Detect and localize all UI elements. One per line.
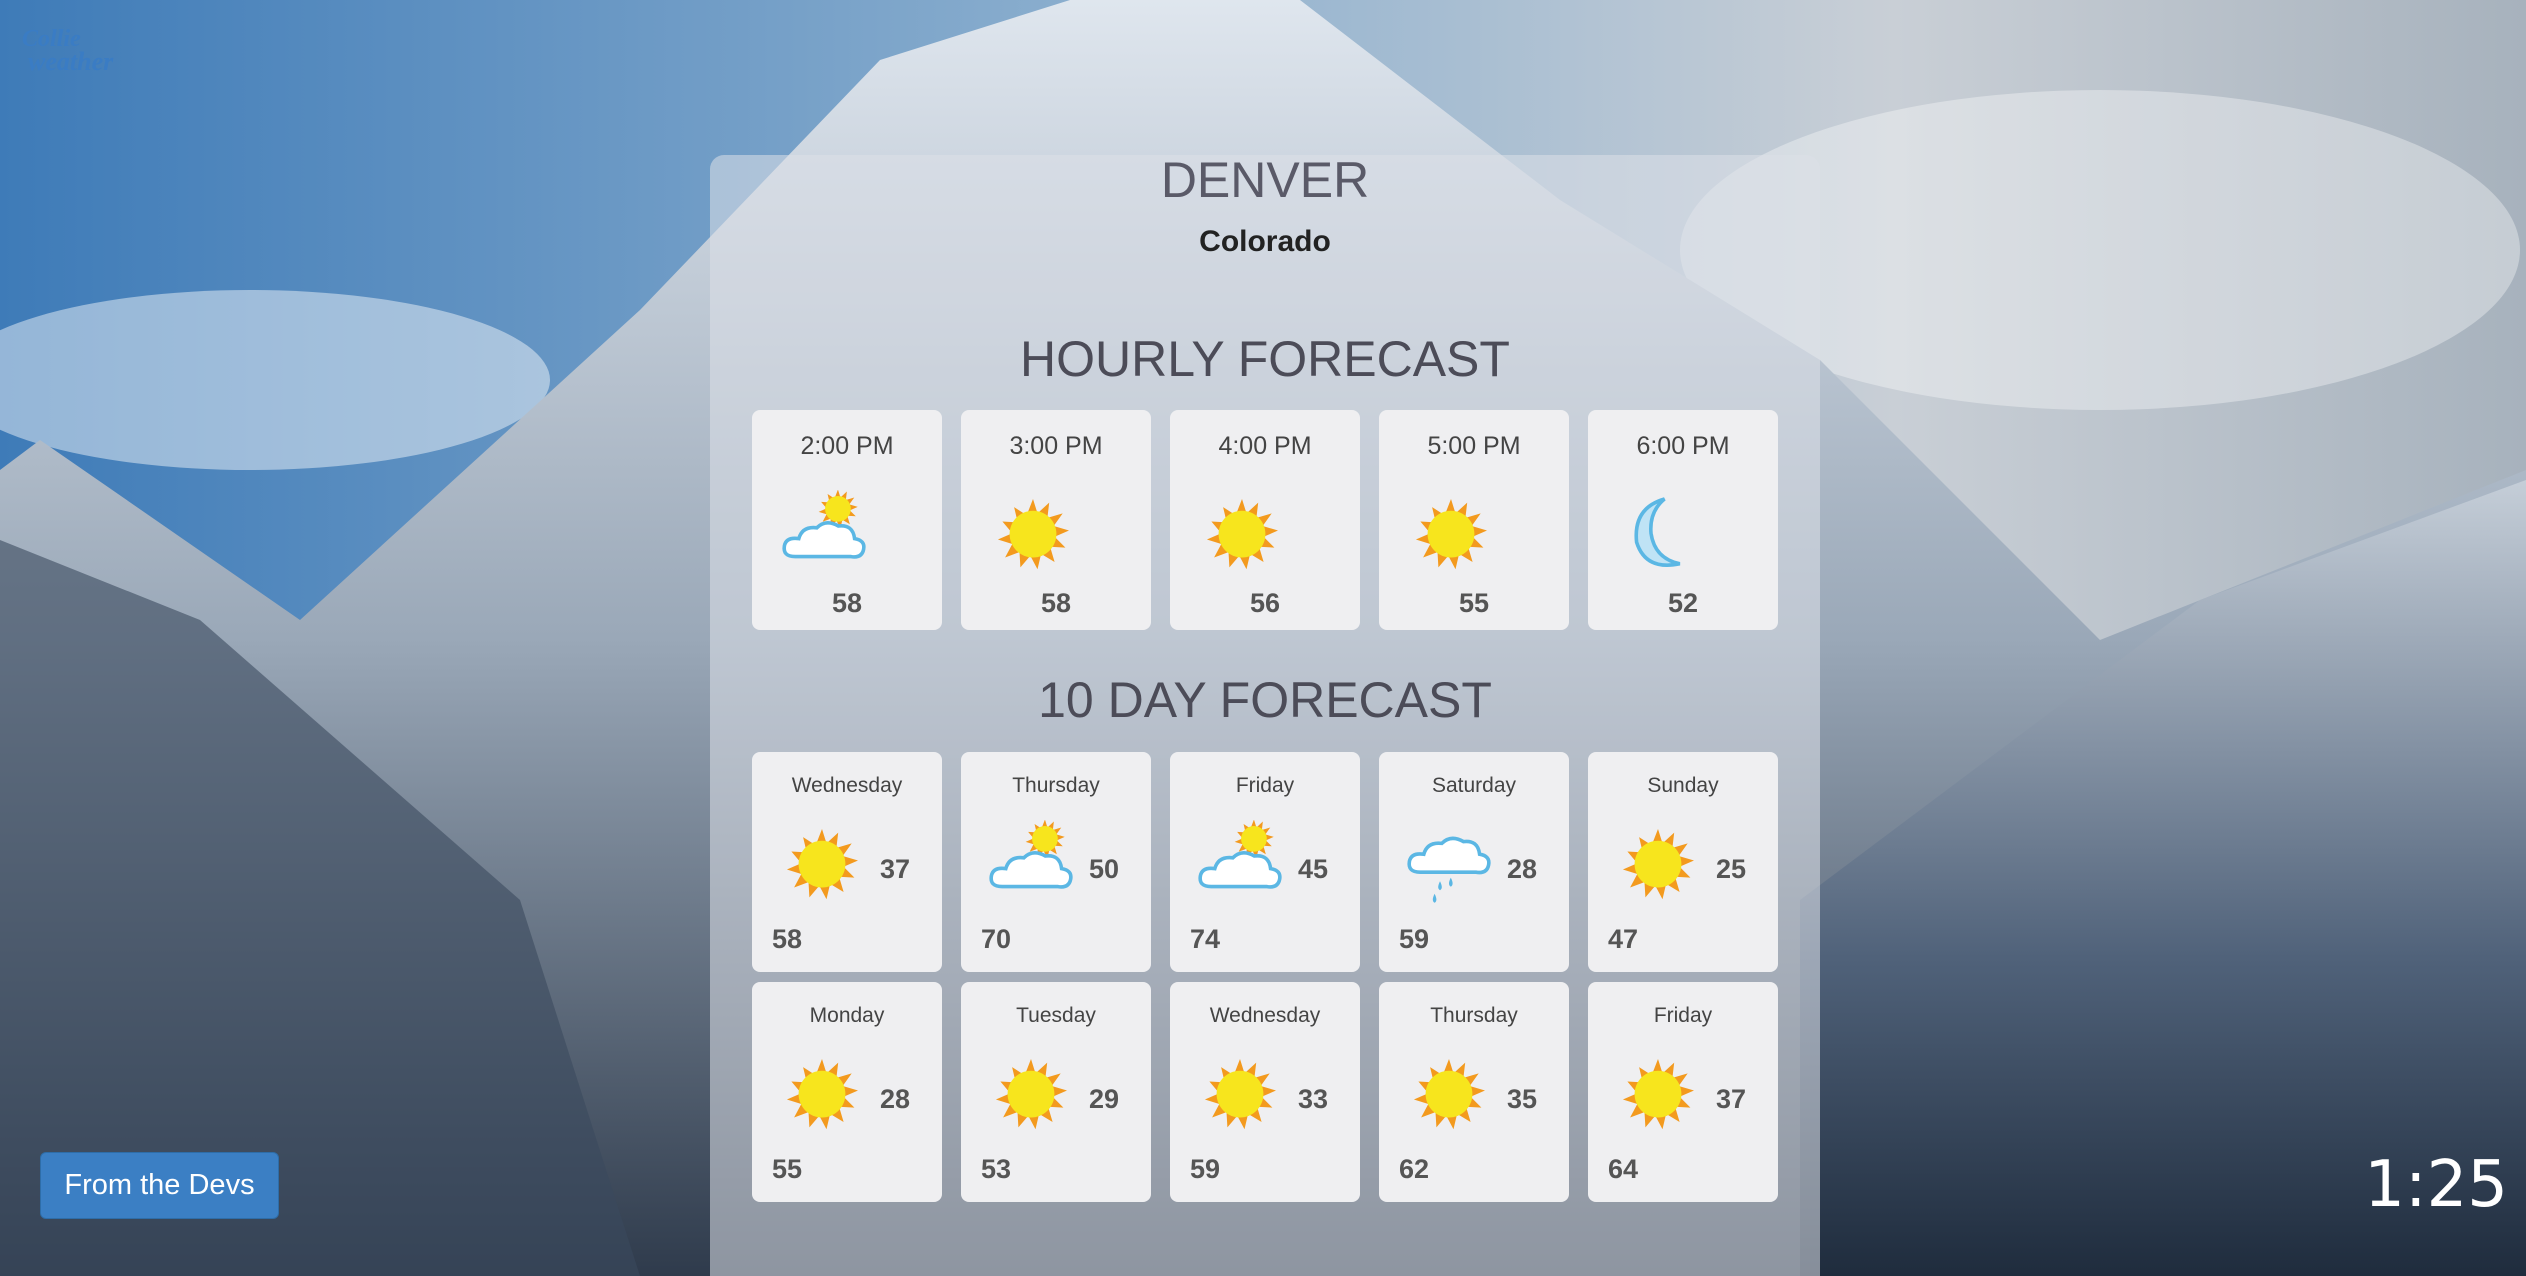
moon-icon: [1610, 490, 1710, 580]
region-name: Colorado: [1199, 225, 1331, 258]
high-temp: 33: [1298, 1084, 1329, 1114]
sun-icon: [1608, 820, 1708, 910]
hourly-time: 6:00 PM: [1636, 432, 1730, 460]
partly-cloudy-icon: [1190, 820, 1290, 910]
sun-icon: [983, 490, 1083, 580]
daily-card: Saturday 28 59: [1379, 752, 1569, 972]
day-name: Friday: [1653, 1004, 1713, 1027]
day-name: Friday: [1235, 774, 1295, 797]
sun-icon: [1399, 1050, 1499, 1140]
high-temp: 35: [1507, 1084, 1538, 1114]
day-name: Thursday: [1012, 774, 1100, 797]
daily-card: Wednesday 33 59: [1170, 982, 1360, 1202]
day-name: Wednesday: [791, 774, 903, 797]
low-temp: 62: [1399, 1154, 1430, 1184]
hourly-card: 3:00 PM 58: [961, 410, 1151, 630]
day-name: Tuesday: [1016, 1004, 1096, 1027]
daily-card: Thursday 50 70: [961, 752, 1151, 972]
hourly-temp: 58: [1040, 588, 1072, 618]
day-name: Sunday: [1647, 774, 1719, 797]
daily-card: Sunday 25 47: [1588, 752, 1778, 972]
hourly-card: 2:00 PM 58: [752, 410, 942, 630]
low-temp: 55: [772, 1154, 803, 1184]
sun-icon: [981, 1050, 1081, 1140]
low-temp: 59: [1399, 924, 1430, 954]
low-temp: 58: [772, 924, 803, 954]
hourly-temp: 58: [831, 588, 863, 618]
partly-cloudy-icon: [981, 820, 1081, 910]
day-name: Saturday: [1431, 774, 1517, 797]
high-temp: 25: [1716, 854, 1747, 884]
high-temp: 50: [1089, 854, 1120, 884]
sun-icon: [1192, 490, 1292, 580]
partly-cloudy-icon: [774, 490, 874, 580]
high-temp: 37: [1716, 1084, 1747, 1114]
high-temp: 29: [1089, 1084, 1120, 1114]
daily-card: Wednesday 37 58: [752, 752, 942, 972]
from-the-devs-button[interactable]: From the Devs: [40, 1152, 279, 1219]
hourly-card: 6:00 PM 52: [1588, 410, 1778, 630]
low-temp: 74: [1190, 924, 1221, 954]
sun-icon: [772, 1050, 872, 1140]
low-temp: 47: [1608, 924, 1639, 954]
clock: 1:25: [2364, 1148, 2508, 1222]
hourly-card: 5:00 PM 55: [1379, 410, 1569, 630]
hourly-time: 4:00 PM: [1218, 432, 1312, 460]
daily-card: Monday 28 55: [752, 982, 942, 1202]
rain-cloud-icon: [1399, 820, 1499, 910]
low-temp: 64: [1608, 1154, 1639, 1184]
hourly-forecast-title: HOURLY FORECAST: [1020, 331, 1510, 387]
hourly-temp: 55: [1458, 588, 1490, 618]
low-temp: 70: [981, 924, 1012, 954]
day-name: Wednesday: [1209, 1004, 1321, 1027]
high-temp: 45: [1298, 854, 1329, 884]
sun-icon: [1401, 490, 1501, 580]
daily-card: Thursday 35 62: [1379, 982, 1569, 1202]
hourly-time: 2:00 PM: [800, 432, 894, 460]
high-temp: 37: [880, 854, 911, 884]
hourly-time: 5:00 PM: [1427, 432, 1521, 460]
daily-card: Tuesday 29 53: [961, 982, 1151, 1202]
day-name: Thursday: [1430, 1004, 1518, 1027]
collie-weather-logo[interactable]: Collie weather: [18, 16, 128, 76]
high-temp: 28: [1507, 854, 1538, 884]
forecast-panel: DENVER Colorado HOURLY FORECAST 2:00 PM …: [710, 155, 1820, 1276]
hourly-temp: 52: [1667, 588, 1699, 618]
daily-card: Friday 45 74: [1170, 752, 1360, 972]
low-temp: 59: [1190, 1154, 1221, 1184]
daily-card: Friday 37 64: [1588, 982, 1778, 1202]
city-name: DENVER: [1160, 152, 1370, 208]
sun-icon: [1190, 1050, 1290, 1140]
hourly-time: 3:00 PM: [1009, 432, 1103, 460]
ten-day-forecast-title: 10 DAY FORECAST: [1038, 672, 1492, 728]
hourly-temp: 56: [1249, 588, 1281, 618]
sun-icon: [772, 820, 872, 910]
high-temp: 28: [880, 1084, 911, 1114]
low-temp: 53: [981, 1154, 1012, 1184]
day-name: Monday: [809, 1004, 885, 1027]
svg-text:weather: weather: [28, 47, 114, 76]
sun-icon: [1608, 1050, 1708, 1140]
hourly-card: 4:00 PM 56: [1170, 410, 1360, 630]
